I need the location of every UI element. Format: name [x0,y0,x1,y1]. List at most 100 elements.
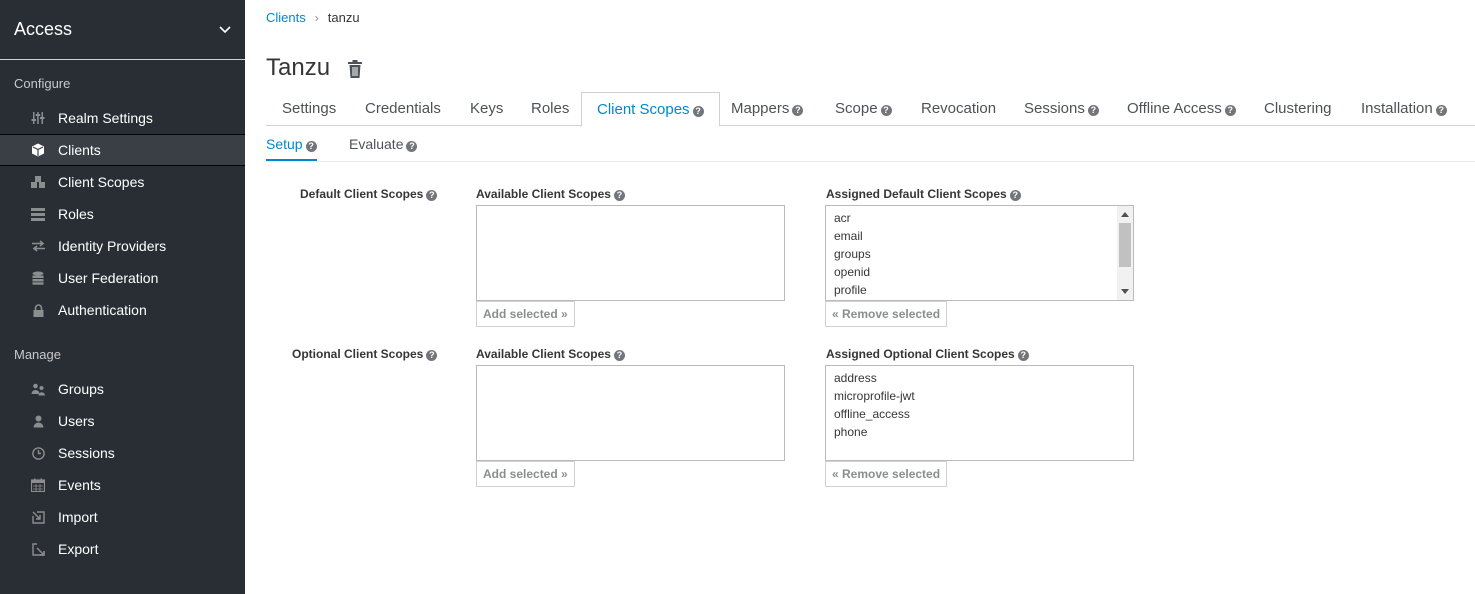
available-optional-scopes-label: Available Client Scopes? [476,347,625,361]
tab-sessions[interactable]: Sessions? [1024,92,1099,126]
cubes-icon [30,174,46,190]
remove-selected-optional-button[interactable]: « Remove selected [825,461,948,487]
sidebar-item-users[interactable]: Users [0,405,245,437]
help-icon[interactable]: ? [613,350,625,361]
help-icon[interactable]: ? [1087,105,1099,116]
tab-credentials[interactable]: Credentials [365,92,441,126]
sidebar-item-identity-providers[interactable]: Identity Providers [0,230,245,262]
available-default-scopes-label: Available Client Scopes? [476,187,625,201]
help-icon[interactable]: ? [1009,190,1021,201]
sidebar-item-label: Authentication [58,302,147,318]
sidebar-item-user-federation[interactable]: User Federation [0,262,245,294]
available-default-scopes-list[interactable] [476,205,785,301]
sidebar-item-label: Events [58,477,101,493]
list-icon [30,206,46,222]
sidebar-item-label: Import [58,509,98,525]
client-tabs: Settings Credentials Keys Roles Client S… [266,92,1475,127]
assigned-default-scopes-list[interactable]: acr email groups openid profile [825,205,1134,301]
tab-label: Mappers [731,100,790,117]
user-icon [30,413,46,429]
subtab-evaluate[interactable]: Evaluate? [349,128,418,161]
sidebar-item-label: Groups [58,381,104,397]
help-icon[interactable]: ? [1224,105,1236,116]
help-icon[interactable]: ? [426,350,438,361]
cube-icon [30,142,46,158]
sidebar-item-label: Export [58,541,99,557]
tab-installation[interactable]: Installation? [1361,92,1447,126]
tab-mappers[interactable]: Mappers? [731,92,804,126]
help-icon[interactable]: ? [792,105,804,116]
help-icon[interactable]: ? [613,190,625,201]
sidebar-item-import[interactable]: Import [0,501,245,533]
sidebar-item-label: Users [58,413,95,429]
remove-selected-default-button[interactable]: « Remove selected [825,301,948,327]
tab-label: Scope [835,100,878,117]
client-scopes-subtabs: Setup? Evaluate? [266,128,1475,162]
tab-scope[interactable]: Scope? [835,92,892,126]
available-optional-scopes-list[interactable] [476,365,785,461]
help-icon[interactable]: ? [880,105,892,116]
sidebar-item-roles[interactable]: Roles [0,198,245,230]
assigned-optional-scopes-list[interactable]: address microprofile-jwt offline_access … [825,365,1134,461]
list-item[interactable]: email [834,227,1125,245]
tab-clustering[interactable]: Clustering [1264,92,1332,126]
help-icon[interactable]: ? [426,190,438,201]
tab-label: Installation [1361,100,1433,117]
sidebar-item-events[interactable]: Events [0,469,245,501]
add-selected-default-button[interactable]: Add selected » [476,301,575,327]
scroll-up-arrow-icon[interactable] [1121,212,1129,217]
lock-icon [30,302,46,318]
tab-label: Client Scopes [597,101,690,118]
export-icon [30,541,46,557]
default-client-scopes-label: Default Client Scopes? [300,187,438,201]
list-item[interactable]: openid [834,263,1125,281]
add-selected-optional-button[interactable]: Add selected » [476,461,575,487]
sidebar-item-groups[interactable]: Groups [0,373,245,405]
scrollbar[interactable] [1117,206,1133,300]
help-icon[interactable]: ? [406,141,418,152]
sidebar-item-client-scopes[interactable]: Client Scopes [0,166,245,198]
help-icon[interactable]: ? [692,106,704,117]
breadcrumb-separator: › [314,10,319,25]
tab-label: Keys [470,100,504,117]
tab-label: Roles [531,100,570,117]
help-icon[interactable]: ? [1435,105,1447,116]
sidebar-item-label: Identity Providers [58,238,167,254]
sliders-icon [30,110,46,126]
sidebar-item-label: Realm Settings [58,110,153,126]
sidebar-item-label: Sessions [58,445,115,461]
tab-label: Settings [282,100,337,117]
sidebar-item-sessions[interactable]: Sessions [0,437,245,469]
list-item[interactable]: profile [834,281,1125,299]
sidebar-item-label: Client Scopes [58,174,145,190]
sidebar-item-clients[interactable]: Clients [0,134,245,166]
scroll-down-arrow-icon[interactable] [1121,289,1129,294]
subtab-setup[interactable]: Setup? [266,128,317,161]
tab-revocation[interactable]: Revocation [921,92,996,126]
scrollbar-thumb[interactable] [1119,223,1131,267]
trash-icon[interactable] [346,59,364,79]
tab-keys[interactable]: Keys [470,92,503,126]
realm-selector[interactable]: Access [0,0,245,60]
optional-client-scopes-label: Optional Client Scopes? [292,347,438,361]
list-item[interactable]: acr [834,209,1125,227]
list-item[interactable]: address [834,369,1125,387]
sidebar-item-realm-settings[interactable]: Realm Settings [0,102,245,134]
tab-offline-access[interactable]: Offline Access? [1127,92,1236,126]
list-item[interactable]: offline_access [834,405,1125,423]
sidebar-item-export[interactable]: Export [0,533,245,565]
tab-label: Credentials [365,100,441,117]
help-icon[interactable]: ? [305,141,317,152]
list-item[interactable]: phone [834,423,1125,441]
breadcrumb-current: tanzu [327,10,360,25]
list-item[interactable]: microprofile-jwt [834,387,1125,405]
tab-settings[interactable]: Settings [282,92,336,126]
database-icon [30,270,46,286]
breadcrumb-clients-link[interactable]: Clients [266,10,306,25]
tab-roles[interactable]: Roles [531,92,569,126]
page-title: Tanzu [266,54,331,81]
sidebar-item-authentication[interactable]: Authentication [0,294,245,326]
list-item[interactable]: groups [834,245,1125,263]
help-icon[interactable]: ? [1017,350,1029,361]
tab-client-scopes[interactable]: Client Scopes? [581,92,720,127]
